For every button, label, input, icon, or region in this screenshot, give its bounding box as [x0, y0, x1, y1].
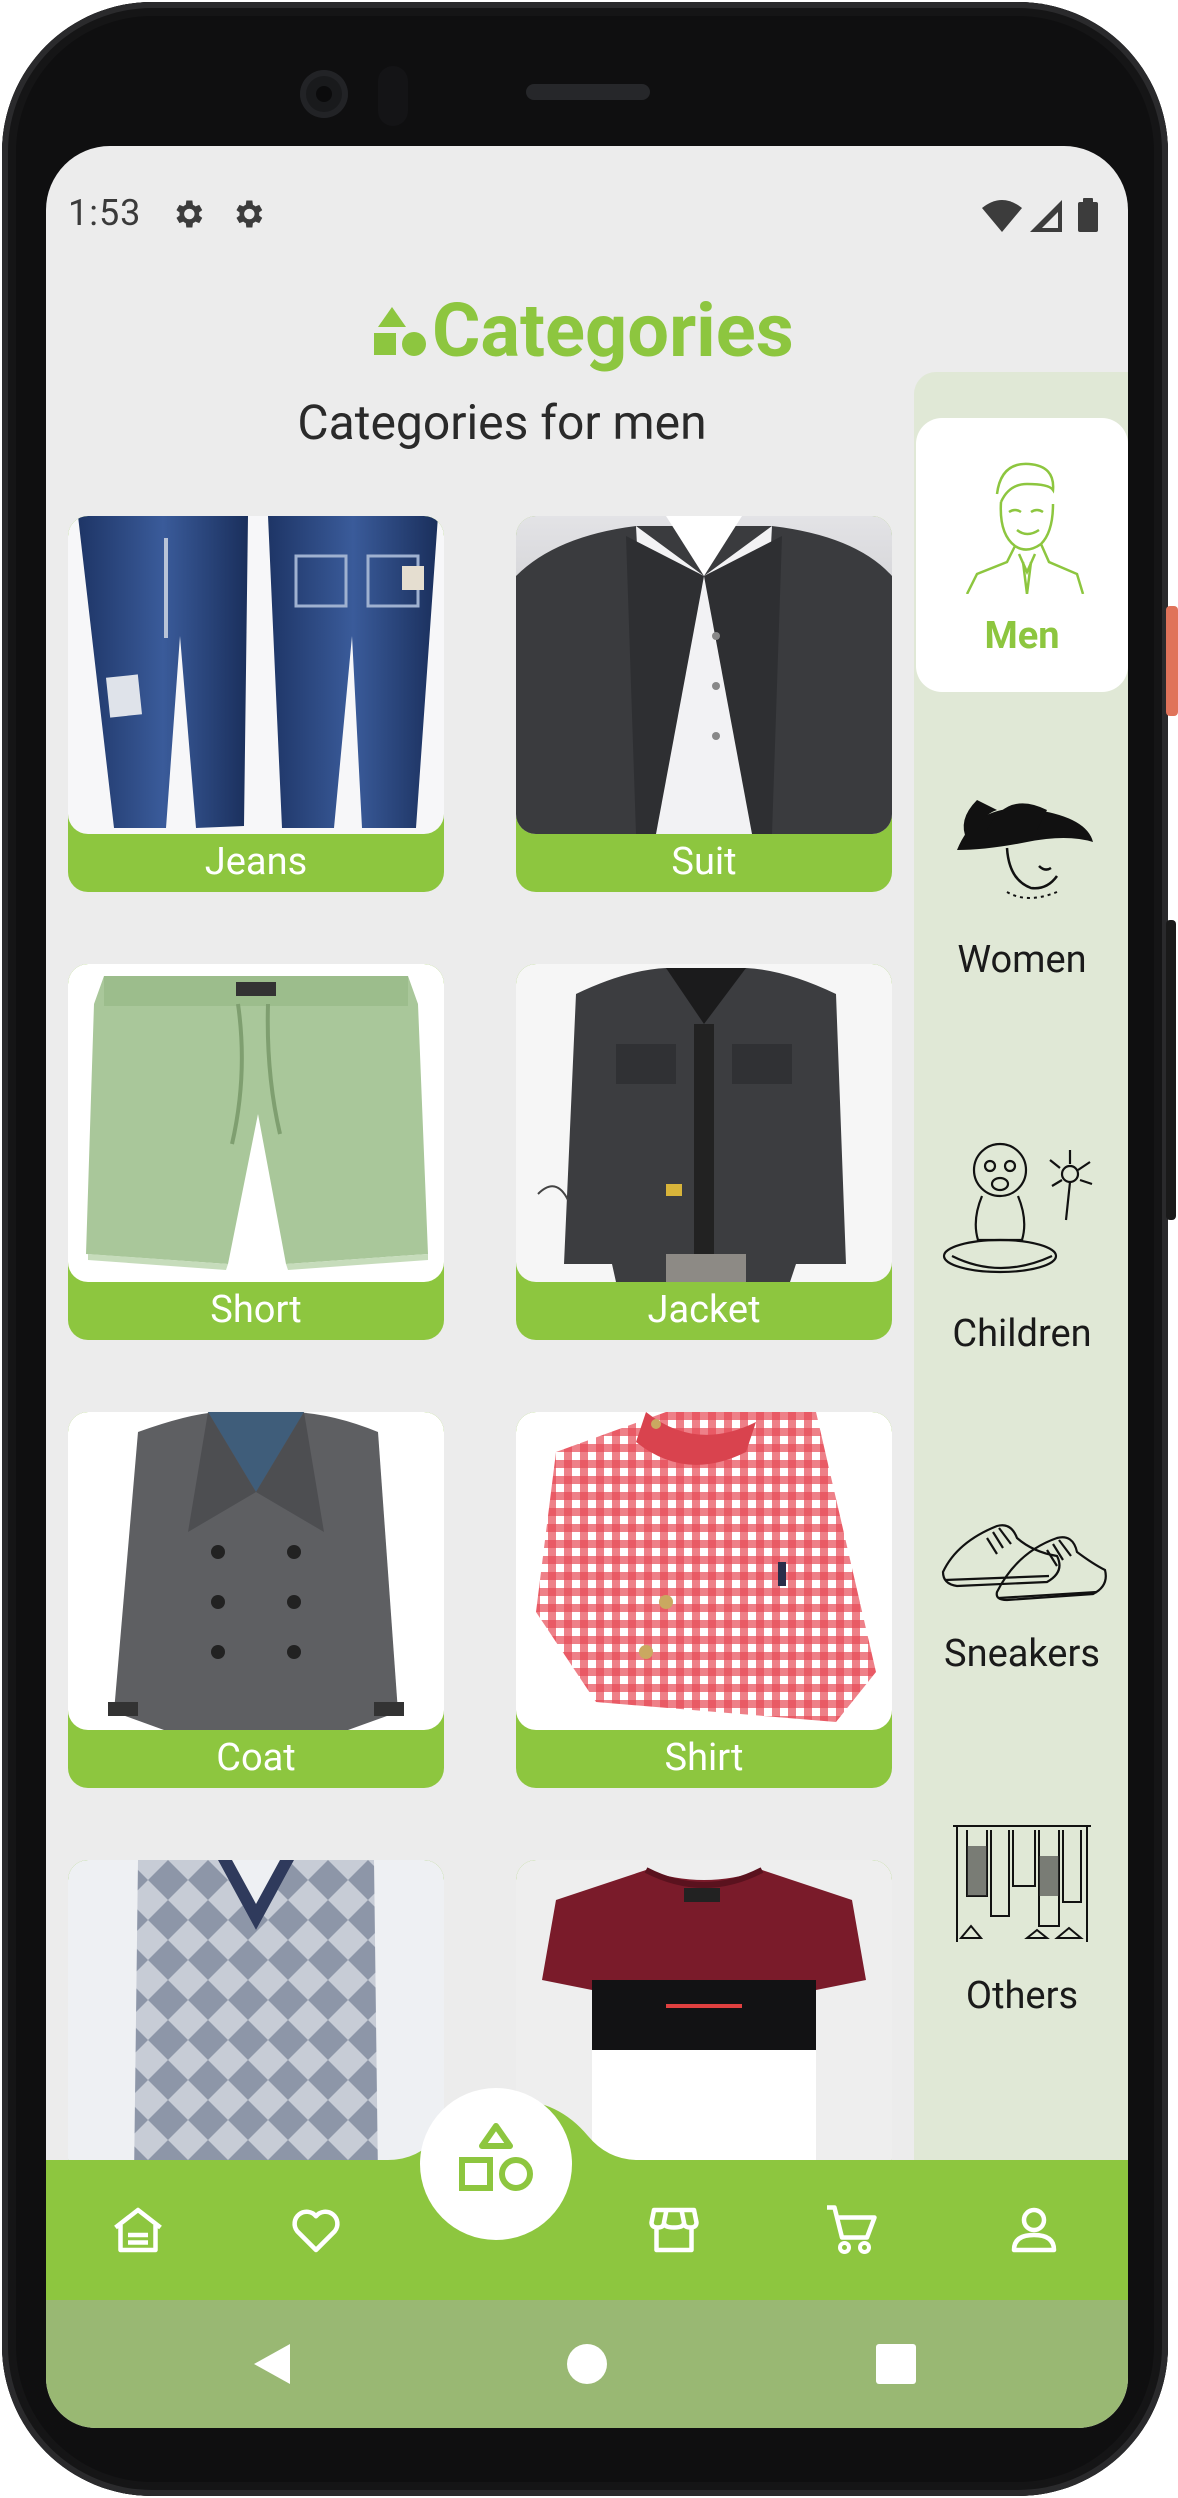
status-icons: [982, 198, 1098, 232]
man-portrait-icon: [965, 462, 1085, 594]
category-card-label: Suit: [671, 840, 737, 884]
volume-button: [1166, 920, 1176, 1220]
page-title: Categories: [372, 286, 794, 376]
sidebar-item-others[interactable]: Others: [916, 1798, 1128, 2038]
status-time: 1:53: [68, 192, 142, 234]
shapes-icon: [459, 2123, 533, 2191]
category-card-short[interactable]: Short: [68, 964, 444, 1340]
sneakers-icon: [941, 1524, 1107, 1602]
recents-icon[interactable]: [876, 2344, 916, 2384]
category-card-label: Coat: [216, 1736, 296, 1780]
suit-image: [516, 516, 892, 834]
heart-icon[interactable]: [286, 2200, 346, 2260]
screen: 1:53 Categories Categories for men Jeans…: [46, 146, 1128, 2428]
woman-hat-icon: [957, 800, 1093, 899]
sidebar-item-sneakers[interactable]: Sneakers: [916, 1472, 1128, 1702]
category-card-jacket[interactable]: Jacket: [516, 964, 892, 1340]
sidebar-item-label: Sneakers: [944, 1632, 1100, 1676]
sidebar-item-label: Others: [965, 1974, 1079, 2018]
baby-icon: [942, 1142, 1093, 1274]
profile-icon[interactable]: [1004, 2200, 1064, 2260]
page-title-text: Categories: [432, 287, 794, 375]
category-card-suit[interactable]: Suit: [516, 516, 892, 892]
sidebar-item-women[interactable]: Women: [916, 772, 1128, 992]
category-sidebar: Men Women Children Sneakers Others: [914, 372, 1128, 2198]
nav-categories-button[interactable]: [420, 2088, 572, 2240]
jeans-image: [68, 516, 444, 834]
shapes-icon: [374, 307, 426, 356]
shirt-image: [516, 1412, 892, 1730]
battery-icon: [1078, 202, 1098, 232]
gear-icon: [176, 200, 203, 228]
product-grid[interactable]: Jeans Suit Short Jacket Coat Shirt: [68, 516, 898, 2198]
status-bar: 1:53: [46, 146, 1128, 286]
power-button: [1166, 606, 1178, 716]
front-camera: [300, 70, 348, 118]
wifi-icon: [982, 200, 1022, 232]
category-card-label: Shirt: [664, 1736, 744, 1780]
coat-image: [68, 1412, 444, 1730]
sidebar-item-label: Women: [957, 938, 1087, 982]
category-card-shirt[interactable]: Shirt: [516, 1412, 892, 1788]
store-icon[interactable]: [644, 2200, 704, 2260]
cart-icon[interactable]: [822, 2200, 882, 2260]
clothing-rack-icon: [953, 1825, 1091, 1942]
page-subtitle: Categories for men: [297, 394, 707, 451]
category-card-jeans[interactable]: Jeans: [68, 516, 444, 892]
category-card-coat[interactable]: Coat: [68, 1412, 444, 1788]
category-card-label: Jeans: [204, 840, 308, 884]
proximity-sensor: [378, 66, 408, 126]
gear-icon: [236, 200, 263, 228]
phone-frame: 1:53 Categories Categories for men Jeans…: [0, 0, 1178, 2498]
sidebar-item-label: Men: [984, 614, 1060, 658]
home-icon[interactable]: [108, 2200, 168, 2260]
home-circle-icon[interactable]: [566, 2343, 608, 2385]
sidebar-item-children[interactable]: Children: [916, 1122, 1128, 1372]
sidebar-item-label: Children: [952, 1312, 1092, 1356]
system-nav-bar: [46, 2300, 1128, 2428]
sidebar-item-men[interactable]: Men: [916, 418, 1128, 692]
back-icon[interactable]: [250, 2340, 294, 2388]
category-card-label: Short: [210, 1288, 302, 1332]
category-card-label: Jacket: [647, 1288, 761, 1332]
earpiece-speaker: [526, 84, 650, 100]
short-image: [68, 964, 444, 1282]
jacket-image: [516, 964, 892, 1282]
